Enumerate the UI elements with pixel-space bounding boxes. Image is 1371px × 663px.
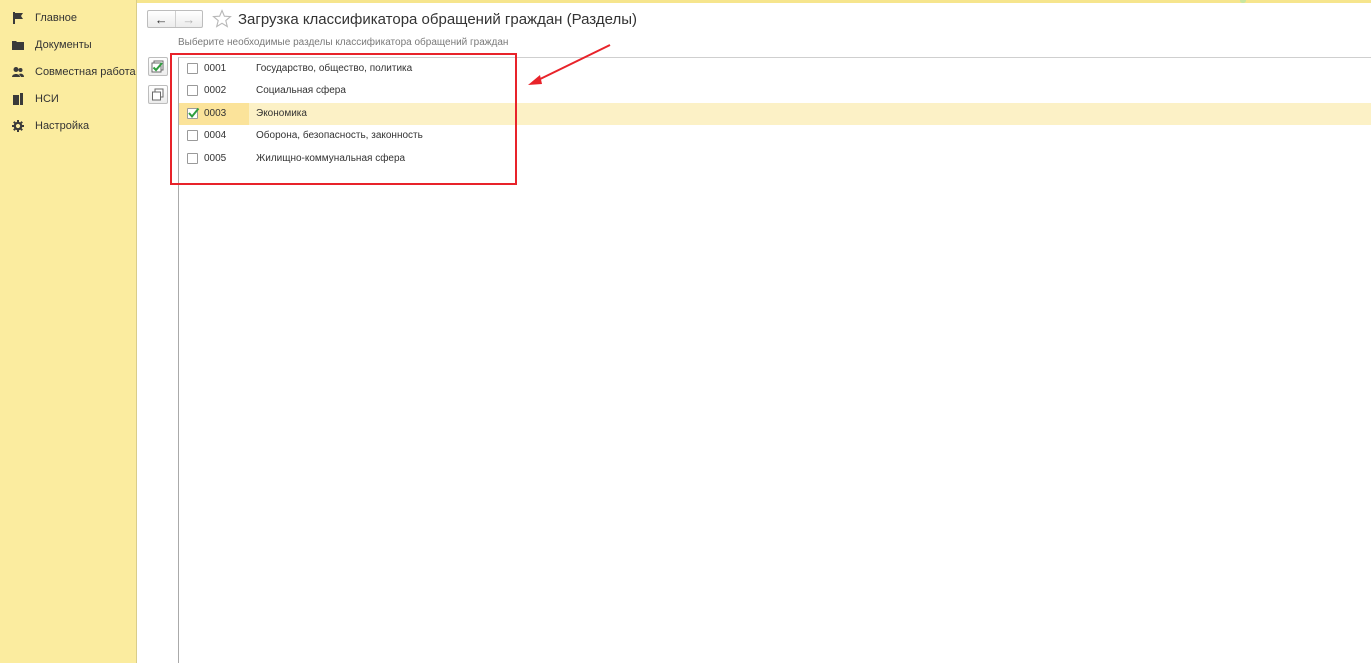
sidebar-item-label: НСИ bbox=[35, 93, 59, 105]
list-item[interactable]: 0004 Оборона, безопасность, законность bbox=[179, 125, 1371, 147]
users-icon bbox=[12, 66, 24, 78]
sidebar-item-settings[interactable]: Настройка bbox=[0, 115, 136, 137]
folder-icon bbox=[12, 39, 24, 51]
section-name: Экономика bbox=[256, 108, 307, 119]
section-code: 0004 bbox=[204, 130, 227, 141]
navigation-buttons: ← → bbox=[147, 10, 203, 28]
section-checkbox[interactable] bbox=[187, 85, 198, 96]
sidebar-item-label: Настройка bbox=[35, 120, 90, 132]
back-button[interactable]: ← bbox=[148, 11, 176, 27]
list-item-selected[interactable]: 0003 Экономика bbox=[179, 103, 1371, 125]
sidebar-item-collaboration[interactable]: Совместная работа bbox=[0, 61, 136, 83]
main-area: ← → Загрузка классификатора обращений гр… bbox=[138, 0, 1371, 663]
section-name: Социальная сфера bbox=[256, 85, 346, 96]
section-checkbox[interactable] bbox=[187, 63, 198, 74]
sections-list: 0001 Государство, общество, политика 000… bbox=[178, 57, 1371, 663]
sidebar-item-label: Совместная работа bbox=[35, 66, 136, 78]
section-code: 0005 bbox=[204, 153, 227, 164]
sidebar-item-label: Главное bbox=[35, 12, 78, 24]
uncheck-all-button[interactable] bbox=[148, 85, 168, 104]
sidebar-item-documents[interactable]: Документы bbox=[0, 34, 136, 56]
books-icon bbox=[12, 93, 24, 105]
sidebar-item-label: Документы bbox=[35, 39, 92, 51]
section-name: Оборона, безопасность, законность bbox=[256, 130, 423, 141]
section-code: 0001 bbox=[204, 63, 227, 74]
checkmark-icon bbox=[188, 107, 200, 119]
forward-button[interactable]: → bbox=[176, 11, 203, 27]
section-code: 0003 bbox=[204, 108, 227, 119]
page-title: Загрузка классификатора обращений гражда… bbox=[238, 11, 637, 28]
section-checkbox-checked[interactable] bbox=[187, 107, 200, 119]
flag-icon bbox=[12, 12, 24, 24]
gear-icon bbox=[12, 120, 24, 132]
uncheck-all-icon bbox=[152, 88, 164, 100]
sidebar-item-main[interactable]: Главное bbox=[0, 7, 136, 29]
sidebar-item-nsi[interactable]: НСИ bbox=[0, 88, 136, 110]
section-checkbox[interactable] bbox=[187, 130, 198, 141]
form-subtitle: Выберите необходимые разделы классификат… bbox=[178, 37, 509, 48]
section-name: Государство, общество, политика bbox=[256, 63, 413, 74]
sidebar: Главное Документы Совместная работа НСИ … bbox=[0, 0, 137, 663]
list-item[interactable]: 0002 Социальная сфера bbox=[179, 80, 1371, 102]
list-item[interactable]: 0005 Жилищно-коммунальная сфера bbox=[179, 148, 1371, 170]
check-all-icon bbox=[151, 60, 164, 72]
list-item[interactable]: 0001 Государство, общество, политика bbox=[179, 58, 1371, 80]
section-code: 0002 bbox=[204, 85, 227, 96]
check-all-button[interactable] bbox=[148, 57, 168, 76]
section-checkbox[interactable] bbox=[187, 153, 198, 164]
favorite-star-icon[interactable] bbox=[212, 9, 232, 29]
section-name: Жилищно-коммунальная сфера bbox=[256, 153, 406, 164]
